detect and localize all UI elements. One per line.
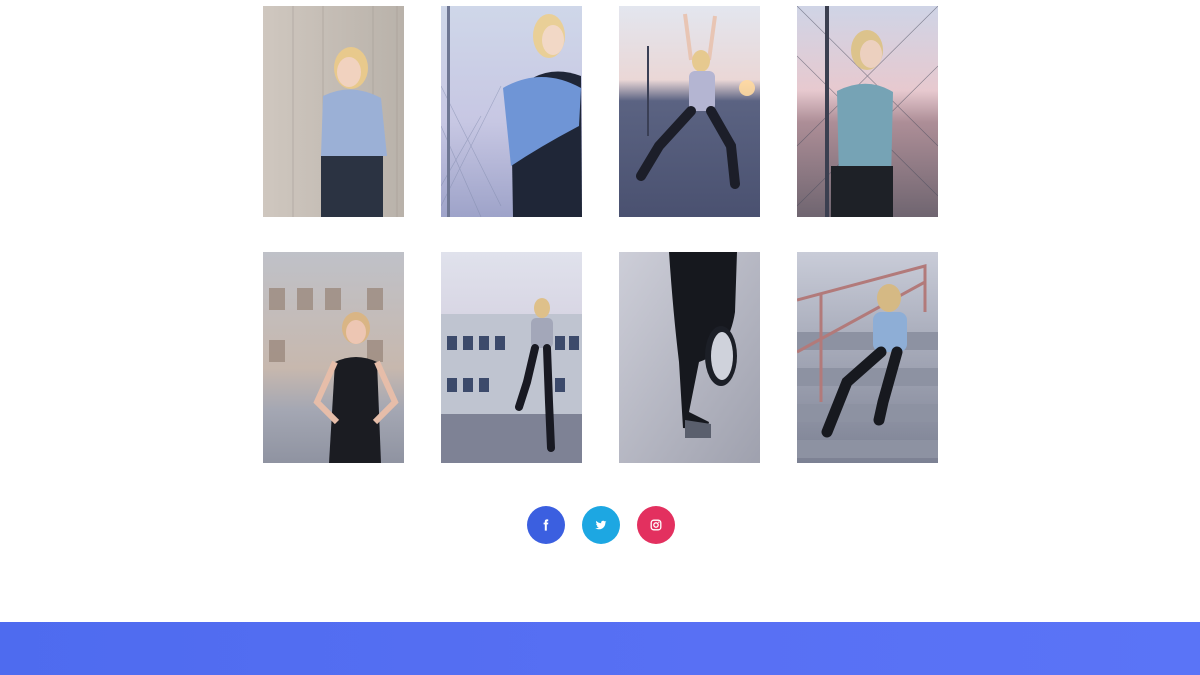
photo-gallery <box>0 0 1200 470</box>
photo-woman-lunge-arms-raised-sunset[interactable] <box>619 6 760 217</box>
photo-image <box>797 6 938 217</box>
facebook-icon <box>543 519 549 531</box>
twitter-button[interactable] <box>582 506 620 544</box>
facebook-button[interactable] <box>527 506 565 544</box>
photo-image <box>797 252 938 463</box>
photo-image <box>619 252 760 463</box>
footer-band <box>0 622 1200 675</box>
photo-runner-legs-closeup[interactable] <box>619 252 760 463</box>
photo-woman-leaning-on-metal-wall[interactable] <box>263 6 404 217</box>
photo-woman-sitting-on-stairs[interactable] <box>797 252 938 463</box>
instagram-icon <box>650 519 662 531</box>
photo-woman-hands-on-hips[interactable] <box>263 252 404 463</box>
photo-woman-jumping-by-building[interactable] <box>441 252 582 463</box>
photo-image <box>263 6 404 217</box>
photo-image <box>619 6 760 217</box>
photo-image <box>441 252 582 463</box>
twitter-icon <box>595 520 607 530</box>
photo-image <box>441 6 582 217</box>
photo-woman-in-hoodie-by-chainlink-fence[interactable] <box>797 6 938 217</box>
social-links <box>527 506 675 544</box>
instagram-button[interactable] <box>637 506 675 544</box>
photo-woman-adjusting-ponytail-by-fence[interactable] <box>441 6 582 217</box>
photo-image <box>263 252 404 463</box>
